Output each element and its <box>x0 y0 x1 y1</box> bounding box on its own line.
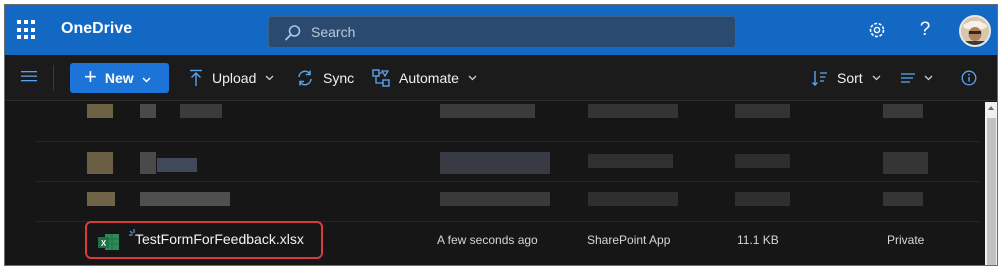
sync-label: Sync <box>323 70 355 86</box>
file-modified-by: SharePoint App <box>587 233 671 247</box>
search-icon <box>285 25 301 41</box>
info-icon <box>961 70 977 86</box>
app-title[interactable]: OneDrive <box>61 20 132 38</box>
sync-icon <box>296 69 314 87</box>
menu-icon[interactable] <box>21 69 37 88</box>
automate-icon <box>372 69 390 87</box>
upload-button[interactable]: Upload <box>189 63 274 93</box>
new-button[interactable]: + New <box>70 63 169 93</box>
list-item[interactable] <box>35 102 980 142</box>
chevron-down-icon <box>872 75 881 81</box>
upload-icon <box>189 69 203 87</box>
list-item[interactable] <box>35 142 980 182</box>
app-launcher-icon[interactable] <box>17 20 37 40</box>
chevron-down-icon <box>468 75 477 81</box>
sort-label: Sort <box>837 70 863 86</box>
view-list-icon <box>900 72 916 84</box>
new-button-label: New <box>104 70 134 86</box>
file-modified: A few seconds ago <box>437 233 538 247</box>
scroll-up-icon[interactable] <box>988 106 994 110</box>
chevron-down-icon <box>265 75 274 81</box>
info-button[interactable] <box>961 63 977 93</box>
command-bar: + New Upload Sync Automate Sort <box>5 55 997 101</box>
search-input[interactable] <box>311 23 711 41</box>
automate-button[interactable]: Automate <box>372 63 477 93</box>
file-name-link[interactable]: TestFormForFeedback.xlsx <box>135 231 304 247</box>
list-item[interactable] <box>35 182 980 222</box>
onedrive-window: OneDrive ? <box>4 4 998 266</box>
chevron-down-icon <box>924 75 933 81</box>
search-box[interactable] <box>268 16 736 48</box>
automate-label: Automate <box>399 70 459 86</box>
divider <box>53 65 54 91</box>
chevron-down-icon <box>142 70 151 86</box>
plus-icon: + <box>84 64 97 89</box>
excel-file-icon: X <box>98 233 120 256</box>
file-size: 11.1 KB <box>737 233 779 247</box>
scrollbar[interactable] <box>985 102 997 265</box>
scrollbar-thumb[interactable] <box>987 118 996 265</box>
svg-text:X: X <box>101 239 107 248</box>
avatar[interactable] <box>959 15 991 47</box>
view-options-button[interactable] <box>900 63 933 93</box>
sync-button[interactable]: Sync <box>296 63 354 93</box>
sort-icon <box>812 70 828 86</box>
gear-icon[interactable] <box>865 18 889 42</box>
file-sharing[interactable]: Private <box>887 233 924 247</box>
suite-header: OneDrive ? <box>5 5 997 55</box>
upload-label: Upload <box>212 70 257 86</box>
sort-button[interactable]: Sort <box>812 63 881 93</box>
help-icon[interactable]: ? <box>913 18 937 42</box>
